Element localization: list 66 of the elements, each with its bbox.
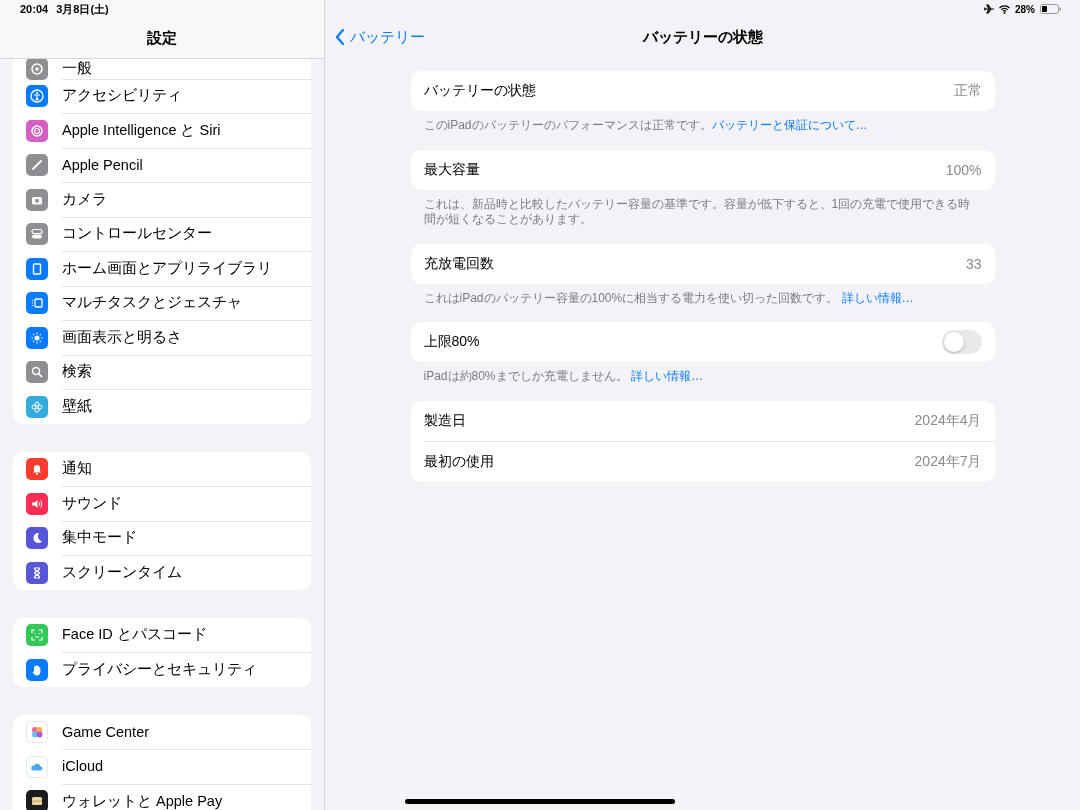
hourglass-icon bbox=[33, 567, 41, 579]
sidebar-item[interactable]: サウンド bbox=[13, 486, 311, 521]
footer-text: これはiPadのバッテリー容量の100%に相当する電力を使い切った回数です。 詳しい情報… bbox=[422, 290, 915, 307]
row-label: 製造日 bbox=[423, 411, 466, 430]
row-value: 2024年4月 bbox=[914, 411, 982, 430]
status-time: 20:04 bbox=[20, 3, 49, 15]
footer-text: iPadは約80%までしか充電しません。 詳しい情報… bbox=[422, 369, 704, 385]
battery-percent: 28% bbox=[1015, 3, 1035, 15]
sidebar-item[interactable]: 検索 bbox=[13, 355, 311, 390]
sidebar-title: 設定 bbox=[147, 28, 177, 48]
sidebar-item[interactable]: 画面表示と明るさ bbox=[13, 320, 311, 355]
info-link[interactable]: 詳しい情報… bbox=[841, 290, 914, 305]
sidebar-item[interactable]: Apple Intelligence と Siri bbox=[13, 113, 311, 148]
row-label: 最初の使用 bbox=[423, 452, 494, 471]
info-link[interactable]: バッテリーと保証について… bbox=[711, 118, 868, 132]
toggles-icon bbox=[31, 229, 43, 239]
bell-icon bbox=[33, 465, 41, 476]
row-value: 33 bbox=[965, 255, 982, 272]
cloud-icon bbox=[31, 763, 43, 771]
speaker-icon bbox=[32, 499, 43, 508]
hand-icon bbox=[32, 664, 41, 676]
multitask-icon bbox=[31, 298, 43, 308]
sun-icon bbox=[30, 331, 44, 344]
info-link[interactable]: 詳しい情報… bbox=[630, 369, 703, 384]
sidebar-item[interactable]: ウォレットと Apple Pay bbox=[13, 784, 311, 810]
sidebar-item[interactable]: スクリーンタイム bbox=[13, 555, 311, 590]
row-label: 上限80% bbox=[423, 333, 480, 352]
sidebar-item[interactable]: 通知 bbox=[13, 452, 311, 487]
row-value: 2024年7月 bbox=[914, 452, 982, 471]
footer-text: これは、新品時と比較したバッテリー容量の基準です。容量が低下すると、1回の充電で使用できる時間が短くなることがあります。 bbox=[422, 196, 972, 228]
row-value: 正常 bbox=[953, 82, 982, 100]
moon-icon bbox=[33, 533, 42, 544]
page-title: バッテリーの状態 bbox=[642, 27, 763, 45]
phone-icon bbox=[32, 263, 42, 275]
airplane-icon bbox=[984, 4, 994, 14]
sidebar-item[interactable]: マルチタスクとジェスチャ bbox=[13, 286, 311, 321]
search-icon bbox=[31, 367, 43, 379]
sidebar-item[interactable]: カメラ bbox=[13, 182, 311, 217]
sidebar-item[interactable]: 集中モード bbox=[13, 521, 311, 556]
bubbles-icon bbox=[32, 727, 43, 738]
face-icon bbox=[31, 629, 43, 641]
sidebar-item[interactable]: Face ID とパスコード bbox=[13, 618, 311, 653]
wallet-icon bbox=[31, 797, 43, 806]
sidebar-item[interactable]: Game Center bbox=[13, 715, 311, 750]
sidebar-item[interactable]: 壁紙 bbox=[13, 389, 311, 424]
sidebar-item[interactable]: iCloud bbox=[13, 749, 311, 784]
sidebar-item[interactable]: プライバシーとセキュリティ bbox=[13, 652, 311, 687]
back-button[interactable]: バッテリー bbox=[335, 27, 425, 47]
row-label: 最大容量 bbox=[423, 160, 480, 179]
chevron-left-icon bbox=[335, 29, 345, 45]
battery-icon bbox=[1040, 4, 1062, 14]
row-value: 100% bbox=[945, 161, 982, 178]
sidebar-item[interactable]: 一般 bbox=[13, 59, 311, 79]
sidebar-item[interactable]: コントロールセンター bbox=[13, 217, 311, 252]
camera-icon bbox=[32, 196, 42, 205]
wifi-icon bbox=[999, 4, 1010, 14]
sidebar-item[interactable]: Apple Pencil bbox=[13, 148, 311, 183]
row-label: バッテリーの状態 bbox=[423, 82, 536, 100]
pencil-icon bbox=[32, 160, 42, 171]
person-icon bbox=[30, 89, 44, 103]
row-label: 充放電回数 bbox=[423, 254, 494, 273]
sidebar-item[interactable]: アクセシビリティ bbox=[13, 79, 311, 114]
status-date: 3月8日(土) bbox=[56, 1, 109, 17]
sidebar-item[interactable]: ホーム画面とアプリライブラリ bbox=[13, 251, 311, 286]
toggle-switch[interactable] bbox=[941, 330, 982, 355]
footer-text: このiPadのバッテリーのパフォーマンスは正常です。バッテリーと保証について… bbox=[422, 118, 869, 134]
